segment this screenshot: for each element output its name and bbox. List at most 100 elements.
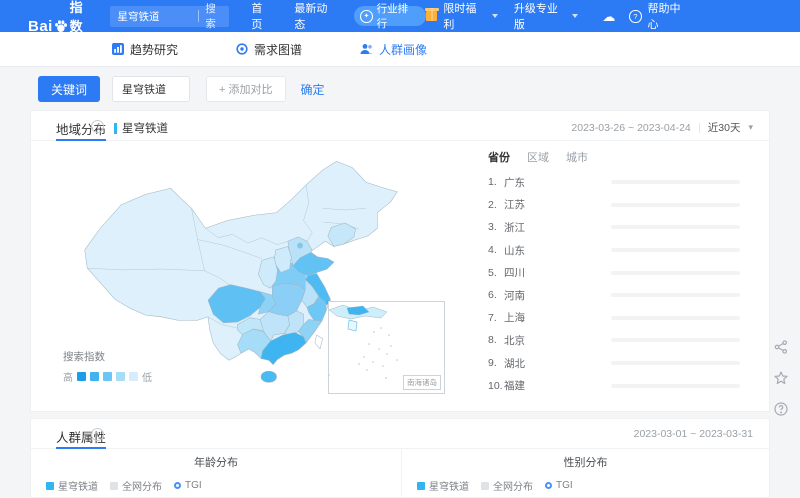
info-icon[interactable]: ? [91,428,104,441]
search-input[interactable] [109,10,198,22]
profile-date-range: 2023-03-01 ~ 2023-03-31 [633,428,753,440]
profile-columns: 年龄分布 星穹铁道 全网分布 TGI 性别分布 星穹铁道 全网分布 TGI [31,448,769,498]
keyword-label-button[interactable]: 关键词 [38,76,101,102]
rank-bar-track [611,338,740,343]
age-distribution-panel: 年龄分布 星穹铁道 全网分布 TGI [31,448,401,498]
keyword-input[interactable] [113,83,190,95]
scale-swatch [77,372,86,381]
info-icon[interactable]: ? [91,120,104,133]
rank-bar-track [611,225,740,230]
taiwan-island [314,334,323,350]
industry-rank-button[interactable]: ✦ 行业排行 [354,3,427,30]
rank-row: 2. 江苏 [488,194,740,217]
baidu-paw-icon [54,20,67,32]
rank-bar-track [611,361,740,366]
rank-row: 4. 山东 [488,239,740,262]
scale-swatch [103,372,112,381]
share-icon[interactable] [771,337,791,357]
add-compare-button[interactable]: + 添加对比 [206,76,286,102]
rank-row: 7. 上海 [488,307,740,330]
nav-news-link[interactable]: 最新动态 [294,0,336,32]
gender-panel-title: 性别分布 [563,457,608,469]
rank-bar-track [611,383,740,388]
gift-icon [425,8,440,21]
profile-card-header: 人群属性 ? 2023-03-01 ~ 2023-03-31 [31,419,769,449]
rank-row: 6. 河南 [488,284,740,307]
medal-icon: ✦ [360,9,373,23]
tab-demand-graph[interactable]: 需求图谱 [236,41,302,58]
age-panel-legend: 星穹铁道 全网分布 TGI [46,478,401,493]
map-scale-legend: 搜索指数 高 低 [63,349,152,384]
rank-bar-track [611,293,740,298]
province-beijing [297,242,303,249]
tab-city[interactable]: 城市 [566,149,588,165]
help-circle-icon: ? [629,9,642,23]
bar-chart-icon [112,43,124,55]
south-china-sea-inset: 南海诸岛 [328,301,445,394]
promo-link[interactable]: 限时福利 [443,0,483,32]
favorite-star-icon[interactable] [771,368,791,388]
search-button[interactable]: 搜索 [198,1,229,31]
gender-distribution-panel: 性别分布 星穹铁道 全网分布 TGI [401,448,769,498]
rank-row: 1. 广东 [488,171,740,194]
legend-low-label: 低 [142,373,152,384]
rank-row: 10. 福建 [488,374,740,397]
crowd-attributes-card: 人群属性 ? 2023-03-01 ~ 2023-03-31 年龄分布 星穹铁道… [30,418,770,498]
rank-row: 3. 浙江 [488,216,740,239]
rank-bar-track [611,315,740,320]
gender-panel-legend: 星穹铁道 全网分布 TGI [417,478,769,493]
radar-dot-icon [236,43,248,55]
keyword-legend: 星穹铁道 [114,120,168,136]
secondary-navbar: 趋势研究 需求图谱 人群画像 [0,32,800,67]
feedback-help-icon[interactable] [771,399,791,419]
upgrade-pro-link[interactable]: 升级专业版 [514,0,565,32]
tgi-ring-icon [545,482,552,489]
age-panel-title: 年龄分布 [194,457,238,469]
region-date-controls: 2023-03-26 ~ 2023-04-24 近30天 ▾ [571,120,753,135]
tab-crowd-profile[interactable]: 人群画像 [360,41,427,58]
keyword-filter-bar: 关键词 + 添加对比 确定 [0,67,800,111]
chevron-down-icon [491,14,498,18]
floating-side-toolbar [771,337,791,419]
rank-row: 5. 四川 [488,261,740,284]
chevron-down-icon [572,14,579,18]
logo-text: Bai [28,18,53,35]
nav-home-link[interactable]: 首页 [251,0,272,32]
baidu-index-logo[interactable]: Bai 指数 [28,0,94,35]
active-tab-underline [56,139,106,141]
help-center-link[interactable]: 帮助中心 [648,0,688,32]
rank-bar-track [611,248,740,253]
region-granularity-tabs: 省份 区域 城市 [488,149,588,165]
legend-color-bar [114,122,117,134]
rank-row: 8. 北京 [488,329,740,352]
region-date-range: 2023-03-26 ~ 2023-04-24 [571,121,691,134]
map-legend-title: 搜索指数 [63,351,105,363]
scale-swatch [116,372,125,381]
legend-high-label: 高 [63,373,73,384]
cloud-icon[interactable]: ☁ [602,10,615,23]
period-dropdown[interactable]: 近30天 [708,120,741,135]
rank-bar-track [611,180,740,185]
scale-swatch [90,372,99,381]
region-card-header: 地域分布 ? 星穹铁道 2023-03-26 ~ 2023-04-24 近30天… [31,111,769,141]
confirm-button[interactable]: 确定 [301,81,325,98]
rank-bar-track [611,270,740,275]
tab-province[interactable]: 省份 [488,149,510,165]
tab-area[interactable]: 区域 [527,149,549,165]
rank-row: 9. 湖北 [488,352,740,375]
industry-rank-label: 行业排行 [376,3,409,30]
tgi-ring-icon [174,482,181,489]
top-navbar: Bai 指数 搜索 首页 最新动态 ✦ 行业排行 限时福利 升级专业版 ☁ ? … [0,0,800,35]
keyword-input-box[interactable] [112,76,191,102]
province-hainan [260,370,277,383]
rank-bar-track [611,202,740,207]
logo-suffix: 指数 [69,0,83,34]
inset-label: 南海诸岛 [403,375,441,390]
region-distribution-card: 地域分布 ? 星穹铁道 2023-03-26 ~ 2023-04-24 近30天… [30,110,770,412]
scale-swatch [129,372,138,381]
chevron-down-icon: ▾ [748,122,753,132]
people-icon [360,44,373,54]
topbar-right-group: 限时福利 升级专业版 ☁ ? 帮助中心 [425,0,688,32]
tab-trend-research[interactable]: 趋势研究 [112,41,178,58]
top-search-box[interactable]: 搜索 [109,3,230,30]
